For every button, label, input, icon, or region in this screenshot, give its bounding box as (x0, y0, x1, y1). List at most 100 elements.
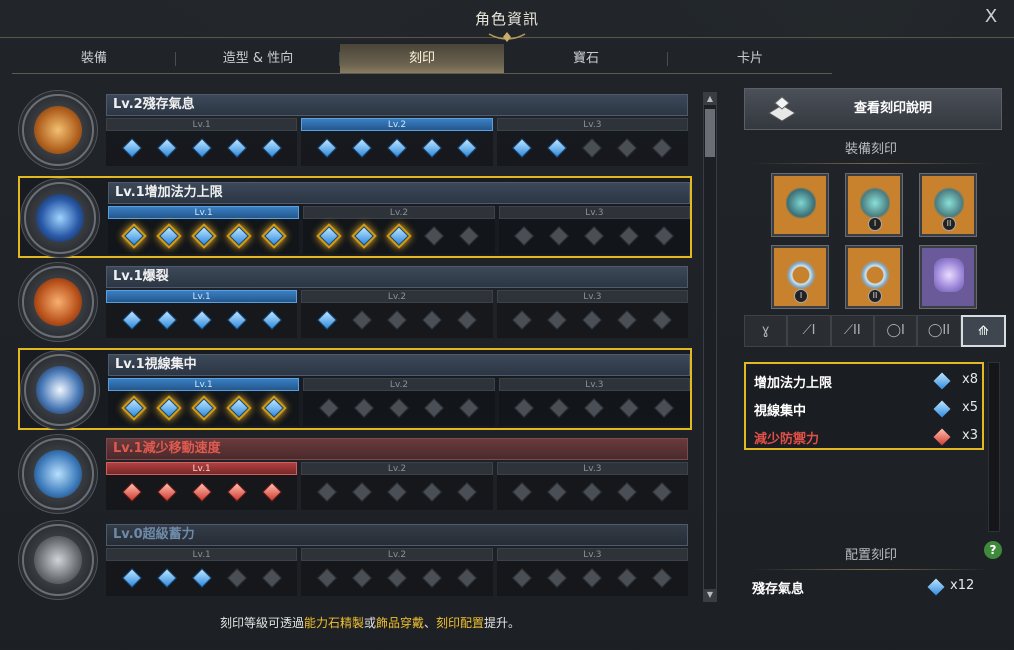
ability-stone-slot[interactable] (920, 246, 976, 308)
level-label: Lv.1 (108, 378, 300, 391)
empty-gem-icon (422, 310, 442, 330)
tab-equipment[interactable]: 裝備 (12, 44, 176, 73)
blue-gem-icon (352, 138, 372, 158)
engraving-row[interactable]: Lv.1減少移動速度 Lv.1 Lv.2 Lv.3 (18, 434, 692, 516)
empty-gem-icon (654, 226, 675, 246)
engraving-name: Lv.1爆裂 (106, 266, 688, 288)
empty-gem-icon (422, 482, 442, 502)
footer-text: 提升。 (484, 616, 521, 630)
level-segment-2: Lv.2 (303, 206, 495, 254)
engraving-guide-button[interactable]: 查看刻印說明 (744, 88, 1002, 130)
title-ornament-icon (488, 32, 526, 42)
engraving-name: Lv.1視線集中 (108, 354, 690, 376)
level-label: Lv.3 (496, 118, 688, 131)
scroll-down-icon[interactable]: ▼ (704, 589, 716, 601)
level-label: Lv.1 (106, 118, 298, 131)
empty-gem-icon (459, 398, 480, 418)
earring-2-filter-icon[interactable]: ⟋II (830, 315, 874, 347)
level-segment-1: Lv.1 (108, 206, 300, 254)
level-label: Lv.2 (303, 378, 495, 391)
empty-gem-icon (352, 568, 372, 588)
footer-hint: 刻印等級可透過能力石精製或飾品穿戴、刻印配置提升。 (0, 614, 740, 631)
slot-numeral: II (868, 289, 882, 303)
footer-text: 或 (363, 616, 376, 630)
scroll-up-icon[interactable]: ▲ (704, 93, 716, 105)
blue-gem-icon (228, 226, 249, 246)
empty-gem-icon (316, 482, 337, 502)
footer-link-ability-stone: 能力石精製 (303, 616, 364, 630)
empty-gem-icon (424, 398, 444, 418)
blue-gem-icon (156, 138, 177, 158)
effect-name: 視線集中 (754, 404, 807, 419)
empty-gem-icon (652, 568, 673, 588)
empty-gem-icon (318, 398, 339, 418)
engraving-list-scrollbar[interactable]: ▲ ▼ (703, 92, 717, 602)
window-title: 角色資訊 (474, 10, 539, 28)
ring-2-filter-icon[interactable]: ◯II (917, 315, 961, 347)
blue-gem-icon (318, 226, 339, 246)
empty-gem-icon (617, 482, 638, 502)
empty-gem-icon (352, 482, 372, 502)
necklace-slot[interactable] (772, 174, 828, 236)
engraving-row[interactable]: Lv.1爆裂 Lv.1 Lv.2 Lv.3 (18, 262, 692, 344)
close-button[interactable]: X (980, 6, 1002, 28)
empty-gem-icon (549, 398, 570, 418)
blue-gem-icon (123, 226, 144, 246)
engraving-row[interactable]: Lv.2殘存氣息 Lv.1 Lv.2 Lv.3 (18, 90, 692, 172)
tab-cards[interactable]: 卡片 (668, 44, 832, 73)
empty-gem-icon (617, 310, 638, 330)
placed-engraving-name: 殘存氣息 (752, 582, 805, 597)
tab-appearance[interactable]: 造型 & 性向 (176, 44, 340, 73)
empty-gem-icon (512, 482, 533, 502)
ring-1-filter-icon[interactable]: ◯I (873, 315, 918, 347)
engraving-row[interactable]: Lv.0超級蓄力 Lv.1 Lv.2 Lv.3 (18, 520, 692, 602)
level-segment-1: Lv.1 (106, 118, 298, 166)
earring-slot-1[interactable]: I (846, 174, 902, 236)
red-gem-icon (226, 482, 247, 502)
empty-gem-icon (514, 398, 535, 418)
blue-gem-icon (121, 138, 142, 158)
empty-gem-icon (316, 568, 337, 588)
level-segment-2: Lv.2 (301, 290, 493, 338)
red-gem-icon (121, 482, 142, 502)
earring-1-filter-icon[interactable]: ⟋I (787, 315, 831, 347)
slot-numeral: I (868, 217, 882, 231)
ability-stone-icon (934, 258, 964, 292)
engraving-row[interactable]: Lv.1增加法力上限 Lv.1 Lv.2 Lv.3 (18, 176, 692, 258)
blue-gem-icon (228, 398, 249, 418)
earring-slot-2[interactable]: II (920, 174, 976, 236)
empty-gem-icon (389, 398, 409, 418)
tab-engraving[interactable]: 刻印 (340, 44, 504, 73)
placed-engraving-count: x12 (950, 578, 975, 593)
empty-gem-icon (652, 138, 673, 158)
engraving-name: Lv.2殘存氣息 (106, 94, 688, 116)
engraving-emblem-icon (22, 438, 94, 510)
slot-numeral: I (794, 289, 808, 303)
blue-gem-icon (261, 138, 282, 158)
engraving-row[interactable]: Lv.1視線集中 Lv.1 Lv.2 Lv.3 (18, 348, 692, 430)
blue-gem-icon (158, 398, 179, 418)
blue-gem-icon (191, 138, 212, 158)
scroll-thumb[interactable] (705, 109, 715, 157)
ring-slot-1[interactable]: I (772, 246, 828, 308)
earring-icon (860, 186, 890, 220)
necklace-filter-icon[interactable]: ɣ (744, 315, 788, 347)
level-label: Lv.2 (301, 290, 493, 303)
footer-text: 、 (424, 616, 437, 630)
title-bar: 角色資訊 X (0, 0, 1014, 42)
empty-gem-icon (549, 226, 570, 246)
level-segment-1: Lv.1 (106, 548, 298, 596)
effect-count: x8 (962, 372, 978, 387)
blue-gem-icon (927, 578, 945, 596)
empty-gem-icon (387, 568, 407, 588)
equipped-heading-label: 裝備刻印 (844, 142, 897, 157)
blue-gem-icon (226, 310, 247, 330)
effects-scrollbar[interactable] (988, 362, 1000, 532)
placed-engraving-row: 殘存氣息 x12 (752, 578, 992, 597)
ability-stone-filter-icon[interactable]: ⟰ (960, 315, 1006, 347)
tab-gems[interactable]: 寶石 (504, 44, 668, 73)
engraving-emblem-icon (24, 182, 96, 254)
empty-gem-icon (619, 398, 640, 418)
empty-gem-icon (226, 568, 247, 588)
ring-slot-2[interactable]: II (846, 246, 902, 308)
